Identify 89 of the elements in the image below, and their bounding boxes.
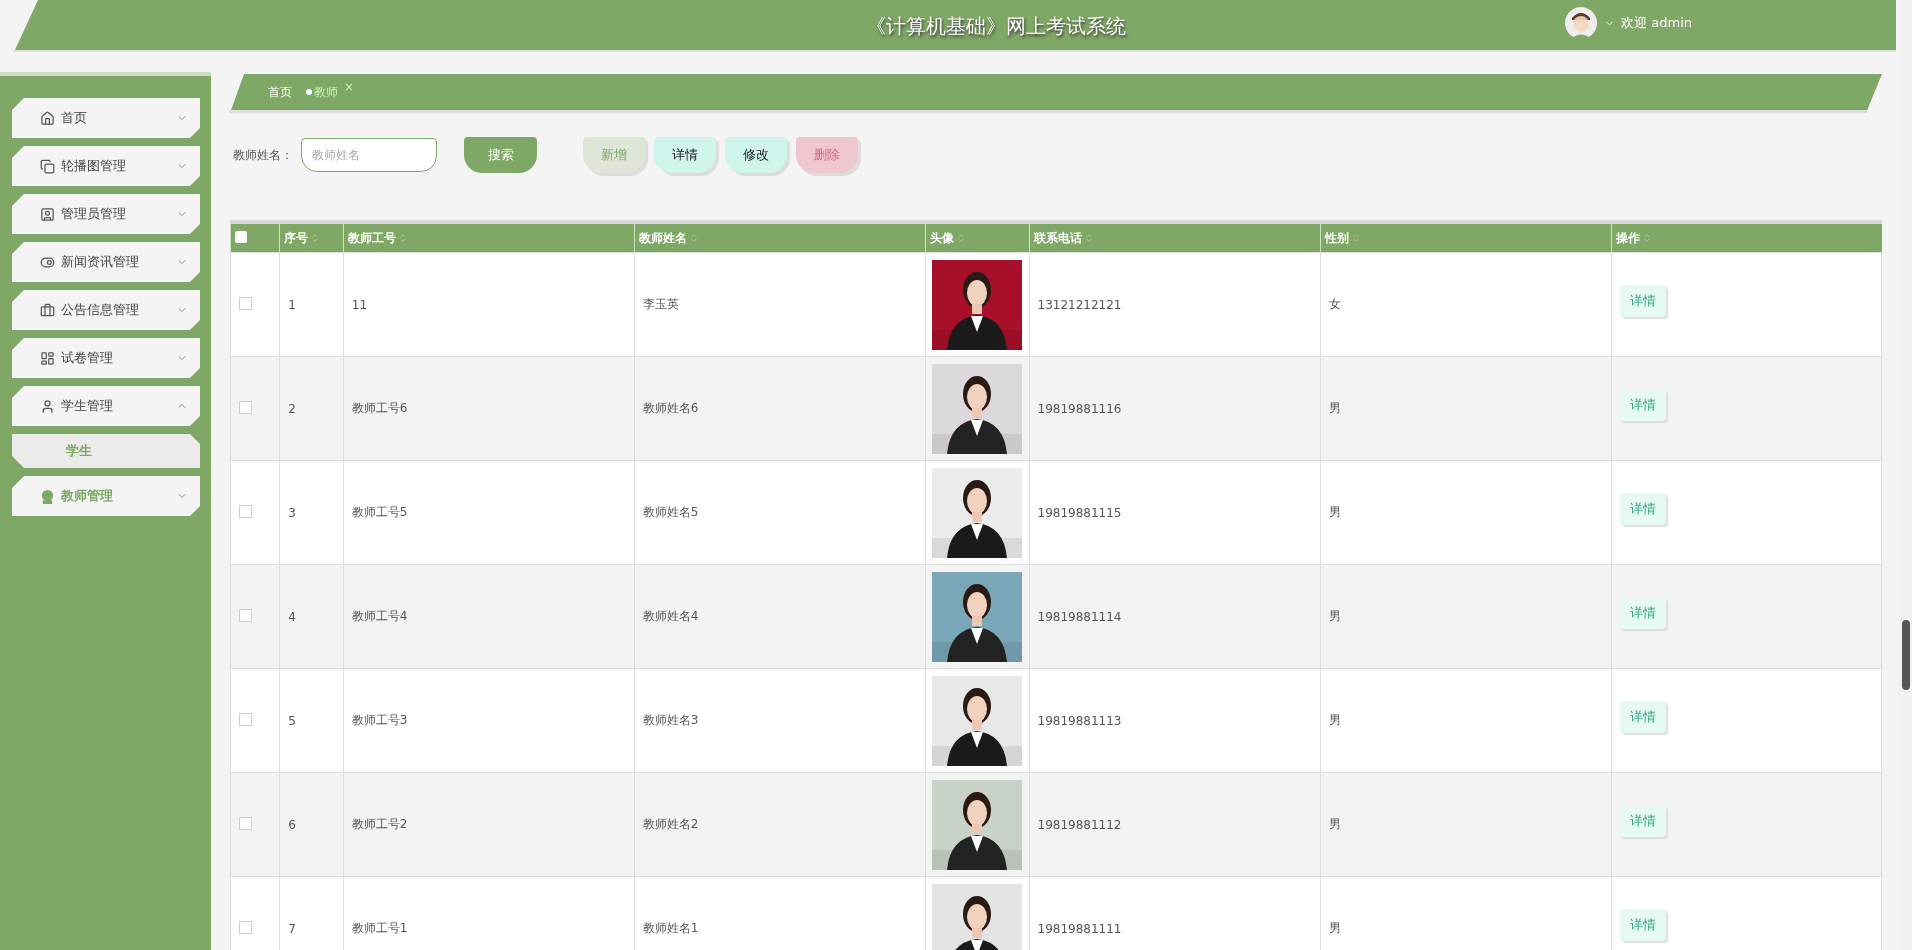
sort-icon[interactable] xyxy=(1083,233,1094,243)
table-cell: 11 xyxy=(343,252,635,357)
sort-icon[interactable] xyxy=(310,233,321,243)
table-cell: 男 xyxy=(1320,460,1612,565)
row-checkbox[interactable] xyxy=(239,920,252,934)
column-header[interactable]: 头像 xyxy=(929,229,954,247)
table-cell: 1 xyxy=(279,252,344,357)
table-cell: 4 xyxy=(279,564,344,669)
table-cell: 男 xyxy=(1320,564,1612,669)
table-cell: 教师工号5 xyxy=(343,460,635,565)
row-checkbox[interactable] xyxy=(239,712,252,726)
copy-icon xyxy=(40,158,55,174)
table-cell: 2 xyxy=(279,356,344,461)
table-cell: 教师工号3 xyxy=(343,668,635,773)
search-button[interactable]: 搜索 xyxy=(464,137,537,173)
table-cell: 男 xyxy=(1320,668,1612,773)
app-title: 《计算机基础》网上考试系统 xyxy=(866,12,1126,40)
close-icon[interactable]: × xyxy=(344,80,355,94)
active-dot xyxy=(306,89,312,95)
sidebar-item[interactable]: 轮播图管理 xyxy=(12,146,200,186)
table-cell: 教师姓名3 xyxy=(634,668,926,773)
sidebar-item[interactable]: 试卷管理 xyxy=(12,338,200,378)
row-checkbox[interactable] xyxy=(239,504,252,518)
table-cell: 19819881115 xyxy=(1029,460,1321,565)
detail-button[interactable]: 详情 xyxy=(1619,908,1666,941)
table-cell: 男 xyxy=(1320,356,1612,461)
table-cell: 5 xyxy=(279,668,344,773)
detail-button[interactable]: 详情 xyxy=(1619,492,1666,525)
sidebar-item[interactable]: 学生管理 xyxy=(12,386,200,426)
detail-button[interactable]: 详情 xyxy=(1619,804,1666,837)
user-icon xyxy=(40,398,55,414)
avatar-icon[interactable] xyxy=(1564,6,1599,40)
briefcase-icon xyxy=(40,302,55,318)
detail-button[interactable]: 详情 xyxy=(654,137,716,173)
table-cell: 教师工号2 xyxy=(343,772,635,877)
layout-icon xyxy=(40,350,55,366)
breadcrumb-tab[interactable]: 教师 xyxy=(306,83,338,101)
table-cell: 教师姓名5 xyxy=(634,460,926,565)
column-header[interactable]: 性别 xyxy=(1324,229,1349,247)
table-cell: 教师工号6 xyxy=(343,356,635,461)
home-icon xyxy=(40,110,55,126)
row-checkbox[interactable] xyxy=(239,400,252,414)
sidebar-subitem[interactable]: 学生 xyxy=(12,434,200,468)
select-all-checkbox[interactable] xyxy=(235,230,247,243)
sort-icon[interactable] xyxy=(955,233,966,243)
table-cell: 教师工号4 xyxy=(343,564,635,669)
table-cell: 李玉英 xyxy=(634,252,926,357)
row-checkbox[interactable] xyxy=(239,296,252,310)
table-cell: 19819881114 xyxy=(1029,564,1321,669)
badge-icon xyxy=(40,206,55,222)
table-cell: 19819881112 xyxy=(1029,772,1321,877)
row-checkbox[interactable] xyxy=(239,816,252,830)
delete-button[interactable]: 删除 xyxy=(796,137,858,173)
sidebar-item[interactable]: 教师管理 xyxy=(12,476,200,516)
table-cell: 19819881113 xyxy=(1029,668,1321,773)
search-label: 教师姓名： xyxy=(233,146,293,164)
search-field[interactable]: 教师姓名 xyxy=(301,138,437,172)
sidebar-item[interactable]: 新闻资讯管理 xyxy=(12,242,200,282)
table-cell: 6 xyxy=(279,772,344,877)
sort-icon[interactable] xyxy=(688,233,699,243)
breadcrumb-tab[interactable]: 首页 xyxy=(268,83,292,101)
table-cell: 13121212121 xyxy=(1029,252,1321,357)
table-cell: 教师姓名6 xyxy=(634,356,926,461)
table-cell: 3 xyxy=(279,460,344,565)
detail-button[interactable]: 详情 xyxy=(1619,700,1666,733)
sort-icon[interactable] xyxy=(1350,233,1361,243)
table-cell: 19819881116 xyxy=(1029,356,1321,461)
table-cell: 男 xyxy=(1320,772,1612,877)
sidebar-item[interactable]: 首页 xyxy=(12,98,200,138)
column-header[interactable]: 教师工号 xyxy=(347,229,396,247)
detail-button[interactable]: 详情 xyxy=(1619,388,1666,421)
person-icon xyxy=(40,488,55,504)
table-cell: 女 xyxy=(1320,252,1612,357)
add-button[interactable]: 新增 xyxy=(583,137,645,173)
row-checkbox[interactable] xyxy=(239,608,252,622)
column-header[interactable]: 教师姓名 xyxy=(638,229,687,247)
table-cell: 教师姓名4 xyxy=(634,564,926,669)
table-cell: 教师姓名2 xyxy=(634,772,926,877)
detail-button[interactable]: 详情 xyxy=(1619,596,1666,629)
sort-icon[interactable] xyxy=(1641,233,1652,243)
edit-button[interactable]: 修改 xyxy=(725,137,787,173)
toggle-icon xyxy=(40,254,55,270)
greeting: 欢迎 admin xyxy=(1621,14,1692,32)
sidebar-item[interactable]: 公告信息管理 xyxy=(12,290,200,330)
detail-button[interactable]: 详情 xyxy=(1619,284,1666,317)
sort-icon[interactable] xyxy=(397,233,408,243)
column-header[interactable]: 联系电话 xyxy=(1033,229,1082,247)
sidebar-item[interactable]: 管理员管理 xyxy=(12,194,200,234)
column-header[interactable]: 操作 xyxy=(1615,229,1640,247)
